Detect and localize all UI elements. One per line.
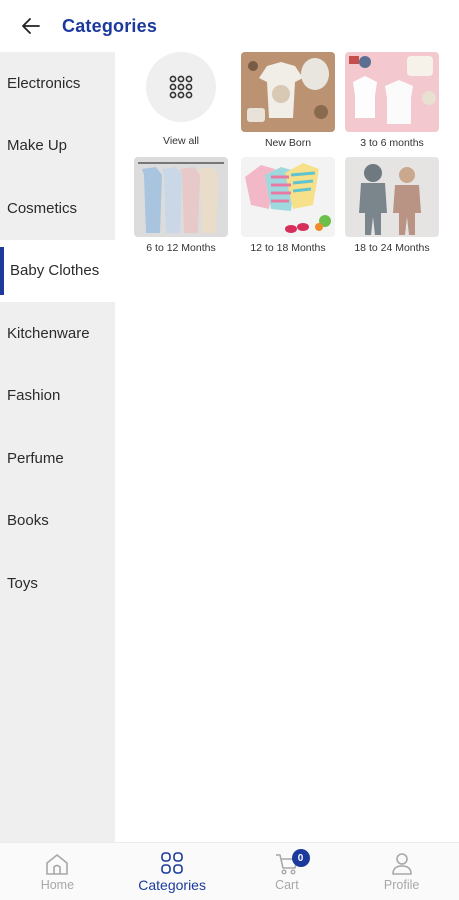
subcategory-3-to-6-months[interactable]: 3 to 6 months [344,52,440,149]
subcategory-6-to-12-months[interactable]: 6 to 12 Months [133,157,229,254]
sidebar-item-label: Fashion [7,387,61,405]
new-born-image [241,52,335,132]
cart-badge: 0 [291,849,310,867]
nav-home[interactable]: Home [0,843,115,900]
bottom-navigation: Home Categories 0 Cart Profile [0,842,459,900]
view-all-label: View all [163,135,199,147]
nav-profile-label: Profile [383,877,420,892]
app-root: Categories Electronics Make Up Cosmetics… [0,0,459,900]
nav-categories-label: Categories [138,876,206,893]
sidebar-item-label: Cosmetics [7,199,78,217]
sidebar-item-perfume[interactable]: Perfume [0,427,115,490]
nav-cart[interactable]: 0 Cart [230,843,345,900]
subcategory-new-born[interactable]: New Born [240,52,336,149]
12-to-18-months-image [241,157,335,237]
nav-profile[interactable]: Profile [344,843,459,900]
subcategory-label: 18 to 24 Months [354,242,430,254]
nav-categories[interactable]: Categories [115,843,230,900]
grid-dots-icon [169,75,193,99]
18-to-24-months-image [345,157,439,237]
sidebar-item-label: Baby Clothes [10,262,100,280]
profile-icon [391,852,412,875]
arrow-left-icon [22,18,40,34]
sidebar-item-label: Books [7,512,49,530]
subcategory-18-to-24-months[interactable]: 18 to 24 Months [344,157,440,254]
sidebar-item-label: Make Up [7,137,68,155]
sidebar-item-label: Kitchenware [7,324,90,342]
subcategory-label: 12 to 18 Months [250,242,326,254]
top-app-bar: Categories [0,0,459,52]
page-title: Categories [62,15,158,36]
6-to-12-months-image [134,157,228,237]
sidebar-item-kitchenware[interactable]: Kitchenware [0,302,115,365]
sidebar-item-cosmetics[interactable]: Cosmetics [0,177,115,240]
sidebar-item-label: Toys [7,574,38,592]
view-all-circle [146,52,216,122]
sidebar-item-label: Electronics [7,74,81,92]
home-icon [46,853,69,875]
sidebar-item-toys[interactable]: Toys [0,552,115,615]
category-sidebar: Electronics Make Up Cosmetics Baby Cloth… [0,52,115,842]
subcategory-label: 6 to 12 Months [146,242,216,254]
nav-home-label: Home [40,877,75,892]
sidebar-item-books[interactable]: Books [0,490,115,553]
nav-cart-label: Cart [275,877,299,892]
subcategory-label: 3 to 6 months [360,137,424,149]
subcategory-label: New Born [264,137,312,149]
back-button[interactable] [16,11,46,41]
sidebar-item-baby-clothes[interactable]: Baby Clothes [0,239,115,302]
sidebar-item-make-up[interactable]: Make Up [0,115,115,178]
view-all-tile[interactable]: View all [133,52,229,147]
sidebar-item-electronics[interactable]: Electronics [0,52,115,115]
sidebar-item-fashion[interactable]: Fashion [0,365,115,428]
sidebar-item-label: Perfume [7,449,64,467]
categories-icon [161,851,183,874]
subcategory-12-to-18-months[interactable]: 12 to 18 Months [240,157,336,254]
3-to-6-months-image [345,52,439,132]
